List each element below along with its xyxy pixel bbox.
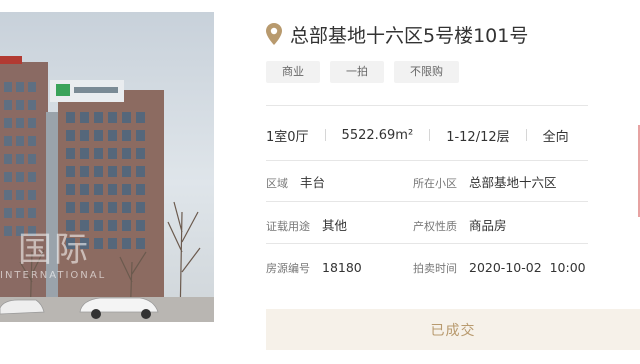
tag-first-auction: 一拍: [330, 61, 384, 83]
stats-row: 1室0厅 5522.69m² 1-12/12层 全向: [266, 124, 596, 146]
listing-title: 总部基地十六区5号楼101号: [290, 24, 529, 47]
divider-row-1: [266, 201, 588, 202]
community-value: 总部基地十六区: [469, 175, 557, 190]
usage-label: 证载用途: [266, 220, 310, 233]
divider-row-2: [266, 243, 588, 244]
detail-district: 区域 丰台: [266, 172, 325, 191]
district-value: 丰台: [300, 175, 326, 190]
divider-stats: [266, 160, 588, 161]
district-label: 区域: [266, 177, 288, 190]
property-photo[interactable]: 国际 INTERNATIONAL: [0, 12, 214, 322]
property-type-value: 商品房: [469, 218, 507, 233]
auction-time-value: 2020-10-02 10:00: [469, 260, 586, 275]
tag-commercial: 商业: [266, 61, 320, 83]
stat-orientation: 全向: [542, 129, 569, 145]
detail-community: 所在小区 总部基地十六区: [413, 172, 557, 191]
stat-separator: [429, 129, 431, 141]
auction-time-label: 拍卖时间: [413, 262, 457, 275]
community-label: 所在小区: [413, 177, 457, 190]
stat-separator: [525, 129, 527, 141]
detail-usage: 证载用途 其他: [266, 215, 347, 234]
detail-auction-time: 拍卖时间 2020-10-02 10:00: [413, 260, 586, 276]
sold-status-button[interactable]: 已成交: [266, 309, 640, 350]
location-pin-icon: [266, 23, 282, 45]
usage-value: 其他: [322, 218, 348, 233]
listing-number-value: 18180: [322, 260, 362, 275]
detail-property-type: 产权性质 商品房: [413, 215, 507, 234]
property-type-label: 产权性质: [413, 220, 457, 233]
stat-floor: 1-12/12层: [446, 129, 510, 145]
tag-no-purchase-limit: 不限购: [394, 61, 459, 83]
listing-header: 总部基地十六区5号楼101号: [266, 20, 528, 48]
stat-area: 5522.69m²: [341, 127, 414, 143]
listing-number-label: 房源编号: [266, 262, 310, 275]
tag-list: 商业 一拍 不限购: [266, 61, 459, 83]
photo-watermark: 国际: [18, 230, 90, 270]
photo-watermark-sub: INTERNATIONAL: [0, 270, 107, 281]
stat-separator: [324, 129, 326, 141]
detail-listing-number: 房源编号 18180: [266, 260, 362, 276]
stat-layout: 1室0厅: [266, 129, 309, 145]
divider-top: [266, 105, 588, 106]
